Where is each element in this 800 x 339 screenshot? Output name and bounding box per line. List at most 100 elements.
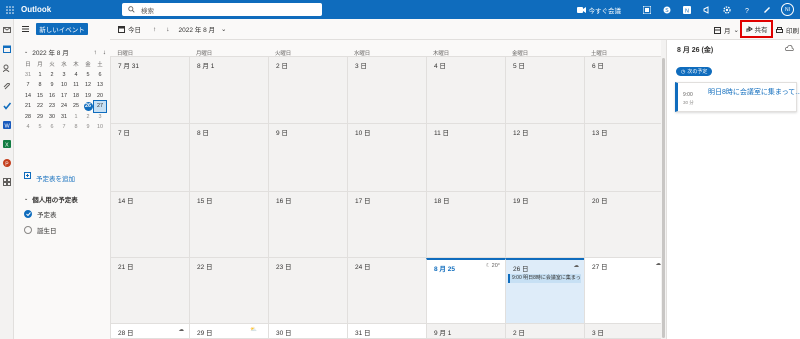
day-cell[interactable]: 3 日 <box>347 57 426 124</box>
menu-icon[interactable] <box>22 26 29 34</box>
day-cell[interactable]: 6 日 <box>584 57 666 124</box>
mini-day[interactable]: 2 <box>82 112 94 123</box>
print-button[interactable]: 印刷 <box>776 25 799 35</box>
day-cell[interactable]: 19 日 <box>505 192 584 258</box>
help-icon[interactable]: ? <box>737 0 757 19</box>
mini-day[interactable]: 6 <box>94 70 106 81</box>
mini-day[interactable]: 15 <box>34 91 46 102</box>
view-selector[interactable]: 月 ⌄ <box>714 25 739 35</box>
add-calendar-link[interactable]: 予定表を追加 <box>36 173 75 183</box>
mini-day[interactable]: 1 <box>70 112 82 123</box>
unchecked-circle-icon[interactable] <box>24 226 32 234</box>
mini-day[interactable]: 10 <box>58 80 70 91</box>
day-cell[interactable]: 22 日 <box>189 258 268 324</box>
mini-day[interactable]: 25 <box>70 101 82 112</box>
day-cell[interactable]: 8 月 1 <box>189 57 268 124</box>
skype-icon[interactable]: S <box>657 0 677 19</box>
megaphone-icon[interactable] <box>697 0 717 19</box>
day-cell[interactable]: 28 日 ☁ <box>110 324 189 339</box>
day-cell[interactable]: 23 日 <box>268 258 347 324</box>
calendar-group-header[interactable]: ⌄ 個人用の予定表 <box>24 194 78 204</box>
day-cell[interactable]: 9 日 <box>268 124 347 192</box>
day-cell[interactable]: 29 日 ⛅ <box>189 324 268 339</box>
powerpoint-icon[interactable]: P <box>2 158 12 168</box>
mini-day[interactable]: 12 <box>82 80 94 91</box>
mini-day[interactable]: 7 <box>22 80 34 91</box>
arrow-down-icon[interactable]: ↓ <box>103 49 106 56</box>
day-cell[interactable]: 17 日 <box>347 192 426 258</box>
mini-day[interactable]: 30 <box>46 112 58 123</box>
feedback-icon[interactable] <box>757 0 777 19</box>
day-cell[interactable]: 14 日 <box>110 192 189 258</box>
gear-icon[interactable] <box>717 0 737 19</box>
mini-day[interactable]: 16 <box>46 91 58 102</box>
mini-day-today[interactable]: 26 <box>82 101 94 112</box>
day-cell[interactable]: 18 日 <box>426 192 505 258</box>
mini-day[interactable]: 10 <box>94 122 106 133</box>
day-cell[interactable]: 12 日 <box>505 124 584 192</box>
day-cell[interactable]: 16 日 <box>268 192 347 258</box>
apps-icon[interactable] <box>2 177 12 187</box>
search-input[interactable]: 検索 <box>122 3 322 16</box>
mini-day[interactable]: 21 <box>22 101 34 112</box>
mini-day[interactable]: 3 <box>58 70 70 81</box>
calendar-icon[interactable] <box>2 44 12 54</box>
arrow-up-icon[interactable]: ↑ <box>94 49 97 56</box>
mini-day[interactable]: 5 <box>34 122 46 133</box>
mini-day[interactable]: 22 <box>34 101 46 112</box>
mini-day[interactable]: 28 <box>22 112 34 123</box>
calendar-item[interactable]: 誕生日 <box>24 225 57 235</box>
day-cell[interactable]: 2 日 <box>505 324 584 339</box>
meet-now-button[interactable]: 今すぐ会議 <box>576 5 621 15</box>
mini-day[interactable]: 29 <box>34 112 46 123</box>
previous-arrow-icon[interactable]: ↑ <box>153 26 156 33</box>
avatar[interactable]: NI <box>781 3 794 16</box>
mini-day[interactable]: 20 <box>94 91 106 102</box>
calendar-event[interactable]: 9:00 明日8時に会議室に集まって <box>508 274 581 283</box>
agenda-event-card[interactable]: 9:00 30 分 明日8時に会議室に集まって... <box>675 82 800 112</box>
people-icon[interactable] <box>2 63 12 73</box>
mini-day[interactable]: 19 <box>82 91 94 102</box>
day-cell[interactable]: 24 日 <box>347 258 426 324</box>
day-cell[interactable]: 31 日 <box>347 324 426 339</box>
mini-day[interactable]: 4 <box>70 70 82 81</box>
mini-day[interactable]: 6 <box>46 122 58 133</box>
mini-day[interactable]: 8 <box>34 80 46 91</box>
mini-day[interactable]: 9 <box>82 122 94 133</box>
mini-day[interactable]: 14 <box>22 91 34 102</box>
onenote-icon[interactable]: N <box>677 0 697 19</box>
mini-day[interactable]: 7 <box>58 122 70 133</box>
day-cell[interactable]: 11 日 <box>426 124 505 192</box>
day-cell-today[interactable]: 26 日 ☁ 9:00 明日8時に会議室に集まって <box>505 258 584 324</box>
mini-day[interactable]: 3 <box>94 112 106 123</box>
day-cell[interactable]: 4 日 <box>426 57 505 124</box>
day-cell[interactable]: 13 日 <box>584 124 666 192</box>
share-button[interactable]: 共有 <box>740 20 773 38</box>
day-cell[interactable]: 20 日 <box>584 192 666 258</box>
teams-icon[interactable] <box>637 0 657 19</box>
calendar-item[interactable]: 予定表 <box>24 209 57 219</box>
app-launcher-icon[interactable] <box>0 0 19 19</box>
day-cell[interactable]: 15 日 <box>189 192 268 258</box>
day-cell[interactable]: 5 日 <box>505 57 584 124</box>
mini-day[interactable]: 4 <box>22 122 34 133</box>
day-cell[interactable]: 7 月 31 <box>110 57 189 124</box>
day-cell[interactable]: 8 日 <box>189 124 268 192</box>
app-name[interactable]: Outlook <box>21 5 109 14</box>
new-event-button[interactable]: 新しいイベント <box>36 23 88 35</box>
mini-day[interactable]: 24 <box>58 101 70 112</box>
day-cell[interactable]: 10 日 <box>347 124 426 192</box>
day-cell[interactable]: 7 日 <box>110 124 189 192</box>
day-cell[interactable]: 30 日 <box>268 324 347 339</box>
excel-icon[interactable]: X <box>2 139 12 149</box>
mini-day[interactable]: 2 <box>46 70 58 81</box>
mini-day[interactable]: 11 <box>70 80 82 91</box>
word-icon[interactable]: W <box>2 120 12 130</box>
mini-day[interactable]: 18 <box>70 91 82 102</box>
mini-day[interactable]: 8 <box>70 122 82 133</box>
mini-day[interactable]: 1 <box>34 70 46 81</box>
date-range-picker[interactable]: 2022 年 8 月 ⌄ <box>179 24 227 34</box>
day-cell[interactable]: 3 日 <box>584 324 666 339</box>
mini-day[interactable]: 17 <box>58 91 70 102</box>
mini-day[interactable]: 9 <box>46 80 58 91</box>
